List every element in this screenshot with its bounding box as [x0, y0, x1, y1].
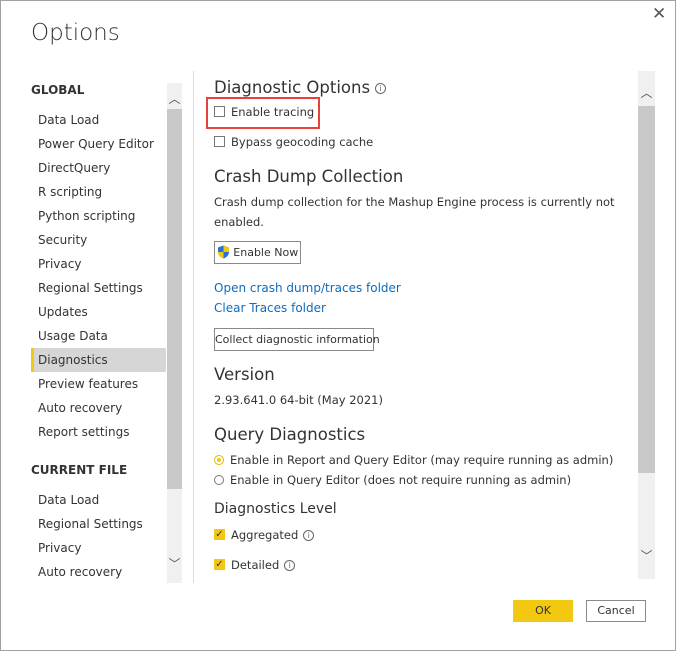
- sidebar-item-updates[interactable]: Updates: [31, 300, 166, 324]
- bypass-label: Bypass geocoding cache: [231, 135, 374, 149]
- chevron-down-icon[interactable]: ﹀: [167, 555, 182, 572]
- radio2-label: Enable in Query Editor (does not require…: [230, 473, 572, 487]
- collect-diagnostic-button[interactable]: Collect diagnostic information: [214, 328, 380, 351]
- crash-text-line1: Crash dump collection for the Mashup Eng…: [214, 195, 615, 209]
- sidebar-item-python-scripting[interactable]: Python scripting: [31, 204, 166, 228]
- chevron-up-icon[interactable]: ︿: [167, 90, 182, 107]
- radio-icon[interactable]: [214, 474, 224, 485]
- enable-now-label: Enable Now: [233, 246, 299, 259]
- highlight-box: [206, 97, 320, 129]
- crash-dump-heading: Crash Dump Collection: [214, 167, 404, 186]
- dialog-title: Options: [31, 20, 120, 46]
- sidebar-item-usage-data[interactable]: Usage Data: [31, 324, 166, 348]
- sidebar-scroll-thumb[interactable]: [167, 109, 182, 489]
- content-scrollbar[interactable]: ︿ ﹀: [638, 71, 655, 579]
- options-dialog: Options ✕ GLOBAL Data Load Power Query Ed…: [0, 0, 676, 651]
- sidebar-item-data-load[interactable]: Data Load: [31, 488, 166, 512]
- aggregated-checkbox[interactable]: ✓ Aggregated i: [214, 528, 315, 542]
- shield-icon: [217, 245, 229, 259]
- crash-text-line2: enabled.: [214, 215, 264, 229]
- divider: [193, 71, 194, 583]
- sidebar-item-data-load[interactable]: Data Load: [31, 108, 166, 132]
- close-icon[interactable]: ✕: [652, 4, 666, 24]
- radio-query-editor[interactable]: Enable in Query Editor (does not require…: [214, 473, 571, 487]
- detailed-checkbox[interactable]: ✓ Detailed i: [214, 558, 296, 572]
- detailed-label: Detailed: [231, 558, 280, 572]
- sidebar-item-report-settings[interactable]: Report settings: [31, 420, 166, 444]
- info-icon[interactable]: i: [375, 83, 387, 94]
- query-diagnostics-heading: Query Diagnostics: [214, 425, 366, 444]
- sidebar-item-security[interactable]: Security: [31, 228, 166, 252]
- radio-selected-icon[interactable]: [214, 454, 224, 465]
- sidebar-item-regional-settings[interactable]: Regional Settings: [31, 512, 166, 536]
- bypass-geocoding-checkbox[interactable]: Bypass geocoding cache: [214, 135, 373, 149]
- open-crash-dump-folder-link[interactable]: Open crash dump/traces folder: [214, 281, 401, 295]
- cancel-button[interactable]: Cancel: [586, 600, 646, 622]
- checkmark-icon[interactable]: ✓: [214, 559, 225, 570]
- aggregated-label: Aggregated: [231, 528, 299, 542]
- current-file-header: CURRENT FILE: [31, 463, 128, 477]
- sidebar-item-auto-recovery[interactable]: Auto recovery: [31, 560, 166, 584]
- sidebar-item-auto-recovery[interactable]: Auto recovery: [31, 396, 166, 420]
- global-header: GLOBAL: [31, 83, 85, 97]
- checkmark-icon[interactable]: ✓: [214, 529, 225, 540]
- sidebar-item-preview-features[interactable]: Preview features: [31, 372, 166, 396]
- clear-traces-folder-link[interactable]: Clear Traces folder: [214, 301, 326, 315]
- content-scroll-thumb[interactable]: [638, 106, 655, 473]
- enable-now-button[interactable]: Enable Now: [214, 241, 301, 264]
- radio-report-and-query-editor[interactable]: Enable in Report and Query Editor (may r…: [214, 453, 613, 467]
- sidebar-scrollbar[interactable]: ︿ ﹀: [167, 83, 182, 583]
- sidebar-item-privacy[interactable]: Privacy: [31, 252, 166, 276]
- chevron-up-icon[interactable]: ︿: [638, 84, 655, 101]
- sidebar-item-directquery[interactable]: DirectQuery: [31, 156, 166, 180]
- checkbox-icon[interactable]: [214, 136, 225, 147]
- diagnostic-options-heading: Diagnostic Options i: [214, 78, 387, 97]
- sidebar-item-regional-settings[interactable]: Regional Settings: [31, 276, 166, 300]
- sidebar-item-diagnostics[interactable]: Diagnostics: [31, 348, 166, 372]
- radio1-label: Enable in Report and Query Editor (may r…: [230, 453, 614, 467]
- diagnostics-level-heading: Diagnostics Level: [214, 501, 337, 517]
- sidebar-item-power-query-editor[interactable]: Power Query Editor: [31, 132, 166, 156]
- info-icon[interactable]: i: [303, 530, 315, 541]
- sidebar-item-privacy[interactable]: Privacy: [31, 536, 166, 560]
- version-heading: Version: [214, 365, 275, 384]
- info-icon[interactable]: i: [284, 560, 296, 571]
- ok-button[interactable]: OK: [513, 600, 573, 622]
- sidebar-item-r-scripting[interactable]: R scripting: [31, 180, 166, 204]
- version-value: 2.93.641.0 64-bit (May 2021): [214, 393, 383, 407]
- chevron-down-icon[interactable]: ﹀: [638, 547, 655, 564]
